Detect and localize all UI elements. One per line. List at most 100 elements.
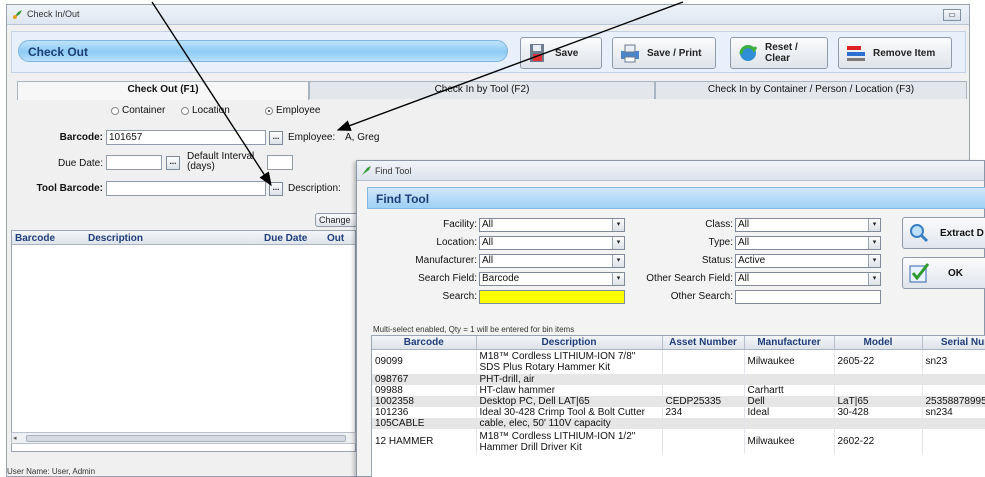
cell-barcode: 101236: [372, 407, 477, 418]
default-interval-input[interactable]: [267, 155, 293, 170]
radio-employee[interactable]: Employee: [265, 105, 320, 116]
cell-asset: CEDP25335: [662, 396, 745, 407]
due-date-input[interactable]: [106, 155, 162, 170]
window-titlebar[interactable]: Check In/Out ▭: [7, 5, 969, 25]
type-value: All: [738, 237, 750, 248]
employee-value: A, Greg: [345, 132, 380, 143]
location-select[interactable]: All ▾: [479, 236, 625, 250]
cell-asset: [662, 418, 745, 429]
checkout-grid-scrollbar[interactable]: ◂: [11, 432, 356, 444]
header-band: Check Out Save Save / Print Reset / Clea…: [11, 31, 966, 73]
page-title: Check Out: [28, 45, 89, 59]
other-search-field-select[interactable]: All ▾: [735, 272, 881, 286]
barcode-input[interactable]: 101657: [106, 130, 266, 145]
cell-serial: [922, 418, 985, 429]
table-row[interactable]: 09099 M18™ Cordless LITHIUM-ION 7/8" SDS…: [372, 349, 985, 374]
other-search-input[interactable]: [735, 290, 881, 304]
col-description-header[interactable]: Description: [476, 336, 663, 350]
default-interval-label: Default Interval (days): [187, 151, 255, 172]
other-search-label: Other Search:: [670, 291, 733, 302]
other-search-field-value: All: [738, 273, 750, 284]
barcode-lookup-button[interactable]: ...: [269, 131, 283, 145]
cell-description: M18™ Cordless LITHIUM-ION 7/8" SDS Plus …: [476, 349, 663, 374]
facility-select[interactable]: All ▾: [479, 218, 625, 232]
reset-clear-button[interactable]: Reset / Clear: [730, 37, 828, 69]
type-select[interactable]: All ▾: [735, 236, 881, 250]
table-row[interactable]: 1002358 Desktop PC, Dell LAT|65 CEDP2533…: [372, 396, 985, 407]
remove-item-button[interactable]: Remove Item: [838, 37, 952, 69]
save-button[interactable]: Save: [520, 37, 602, 69]
scroll-left-icon[interactable]: ◂: [13, 434, 22, 442]
dropdown-arrow-icon: ▾: [868, 255, 880, 267]
table-row[interactable]: 101236 Ideal 30-428 Crimp Tool & Bolt Cu…: [372, 407, 985, 418]
save-label: Save: [555, 47, 579, 59]
cell-serial: sn23: [922, 349, 985, 374]
cell-model: LaT|65: [834, 396, 923, 407]
col-barcode[interactable]: Barcode: [15, 233, 55, 244]
cell-description: Ideal 30-428 Crimp Tool & Bolt Cutter: [476, 407, 663, 418]
table-row[interactable]: 12 HAMMER M18™ Cordless LITHIUM-ION 1/2"…: [372, 429, 985, 454]
extract-button[interactable]: Extract D: [902, 217, 985, 249]
status-label: Status:: [701, 255, 733, 266]
magnifier-icon: [910, 224, 929, 243]
radio-location-label: Location: [192, 105, 230, 116]
tool-barcode-input[interactable]: [106, 181, 266, 196]
table-row[interactable]: 09988 HT-claw hammer Carhartt: [372, 385, 985, 396]
radio-employee-label: Employee: [276, 105, 321, 116]
class-select[interactable]: All ▾: [735, 218, 881, 232]
table-row[interactable]: 105CABLE cable, elec, 50' 110V capacity: [372, 418, 985, 429]
status-user: User Name: User, Admin: [7, 467, 96, 476]
col-model-header[interactable]: Model: [834, 336, 923, 350]
cell-serial: 25358878995: [922, 396, 985, 407]
tool-barcode-lookup-button[interactable]: ...: [269, 182, 283, 196]
checkout-grid-header: Barcode Description Due Date Out: [12, 231, 355, 245]
cell-model: [834, 418, 923, 429]
col-asset-number-header[interactable]: Asset Number: [662, 336, 745, 350]
table-row[interactable]: 098767 PHT-drill, air: [372, 374, 985, 385]
find-tool-titlebar[interactable]: Find Tool: [357, 161, 984, 181]
cell-model: [834, 385, 923, 396]
change-button[interactable]: Change: [315, 213, 361, 227]
find-tool-dialog: Find Tool Find Tool Facility: All ▾ Locat…: [356, 160, 985, 477]
app-icon: [13, 10, 22, 19]
cell-manufacturer: Carhartt: [744, 385, 835, 396]
manufacturer-label: Manufacturer:: [415, 255, 477, 266]
ok-label: OK: [948, 267, 963, 279]
col-description[interactable]: Description: [88, 233, 143, 244]
col-manufacturer-header[interactable]: Manufacturer: [744, 336, 835, 350]
type-label: Type:: [708, 237, 733, 248]
dropdown-arrow-icon: ▾: [868, 219, 880, 231]
col-serial-number-header[interactable]: Serial Num: [922, 336, 985, 350]
cell-barcode: 098767: [372, 374, 477, 385]
search-field-value: Barcode: [482, 273, 520, 284]
status-select[interactable]: Active ▾: [735, 254, 881, 268]
find-tool-heading-pill: Find Tool: [367, 187, 985, 209]
tab-check-out[interactable]: Check Out (F1): [17, 81, 309, 100]
search-field-select[interactable]: Barcode ▾: [479, 272, 625, 286]
save-print-button[interactable]: Save / Print: [612, 37, 716, 69]
cell-manufacturer: Milwaukee: [744, 429, 835, 454]
cell-barcode: 09988: [372, 385, 477, 396]
cell-manufacturer: Milwaukee: [744, 349, 835, 374]
facility-label: Facility:: [443, 219, 477, 230]
manufacturer-select[interactable]: All ▾: [479, 254, 625, 268]
col-due-date[interactable]: Due Date: [264, 233, 307, 244]
scroll-thumb[interactable]: [26, 435, 346, 442]
radio-circle-employee: [265, 106, 273, 115]
radio-location[interactable]: Location: [181, 105, 230, 116]
cell-asset: [662, 385, 745, 396]
minimize-button[interactable]: ▭: [943, 9, 961, 21]
cell-manufacturer: [744, 418, 835, 429]
col-out[interactable]: Out: [327, 233, 344, 244]
col-barcode-header[interactable]: Barcode: [372, 336, 477, 350]
cell-description: cable, elec, 50' 110V capacity: [476, 418, 663, 429]
ok-button[interactable]: OK: [902, 257, 985, 289]
due-date-picker-button[interactable]: ...: [166, 156, 180, 170]
find-tool-results-grid: Barcode Description Asset Number Manufac…: [371, 335, 985, 477]
tab-check-in-by-container[interactable]: Check In by Container / Person / Locatio…: [655, 81, 967, 99]
tab-check-in-by-tool[interactable]: Check In by Tool (F2): [309, 81, 655, 99]
printer-icon: [621, 44, 639, 63]
search-input[interactable]: [479, 290, 625, 304]
radio-container[interactable]: Container: [111, 105, 165, 116]
save-print-label: Save / Print: [647, 47, 702, 59]
